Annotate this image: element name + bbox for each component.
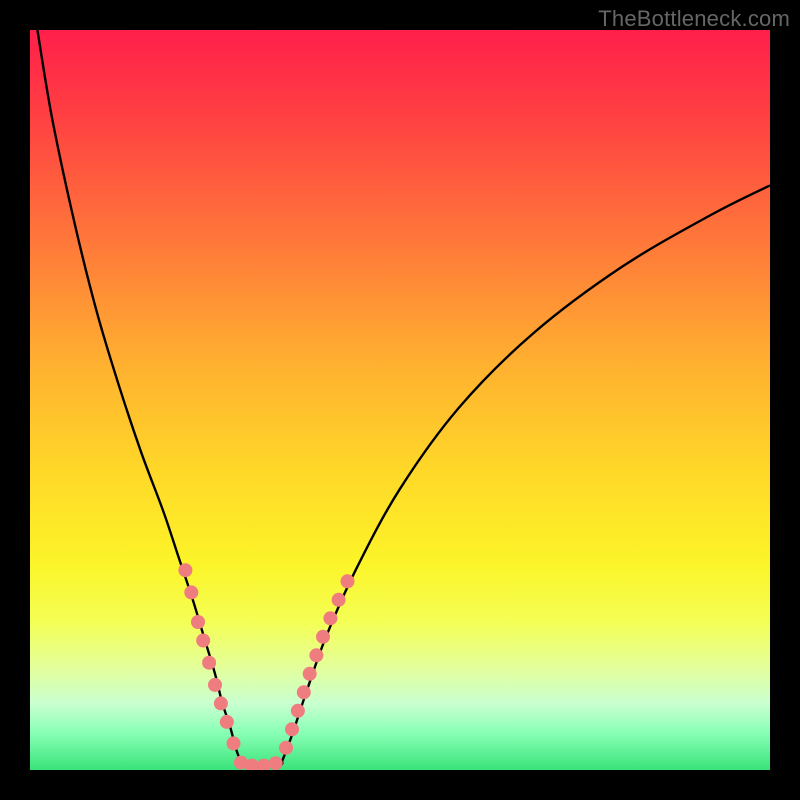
data-point-dot <box>202 656 216 670</box>
data-point-dot <box>257 759 271 770</box>
data-point-dot <box>316 630 330 644</box>
data-point-dot <box>178 563 192 577</box>
data-point-dot <box>196 634 210 648</box>
data-point-dot <box>323 611 337 625</box>
bottleneck-curve-svg <box>30 30 770 770</box>
data-point-dot <box>269 756 283 770</box>
data-point-dot <box>332 593 346 607</box>
chart-plot-area <box>30 30 770 770</box>
watermark-text: TheBottleneck.com <box>598 6 790 32</box>
data-point-dot <box>220 715 234 729</box>
data-point-dot <box>291 704 305 718</box>
data-point-dot <box>191 615 205 629</box>
data-point-dot <box>341 574 355 588</box>
data-point-dot <box>279 741 293 755</box>
data-point-dot <box>297 685 311 699</box>
data-point-dot <box>303 667 317 681</box>
data-point-dot <box>208 678 222 692</box>
data-point-dot <box>309 648 323 662</box>
data-point-dot <box>227 736 241 750</box>
data-point-dot <box>184 585 198 599</box>
data-point-dot <box>214 696 228 710</box>
data-point-dot <box>285 722 299 736</box>
curve-marker-dots <box>178 563 354 770</box>
v-curve-path <box>37 30 770 767</box>
